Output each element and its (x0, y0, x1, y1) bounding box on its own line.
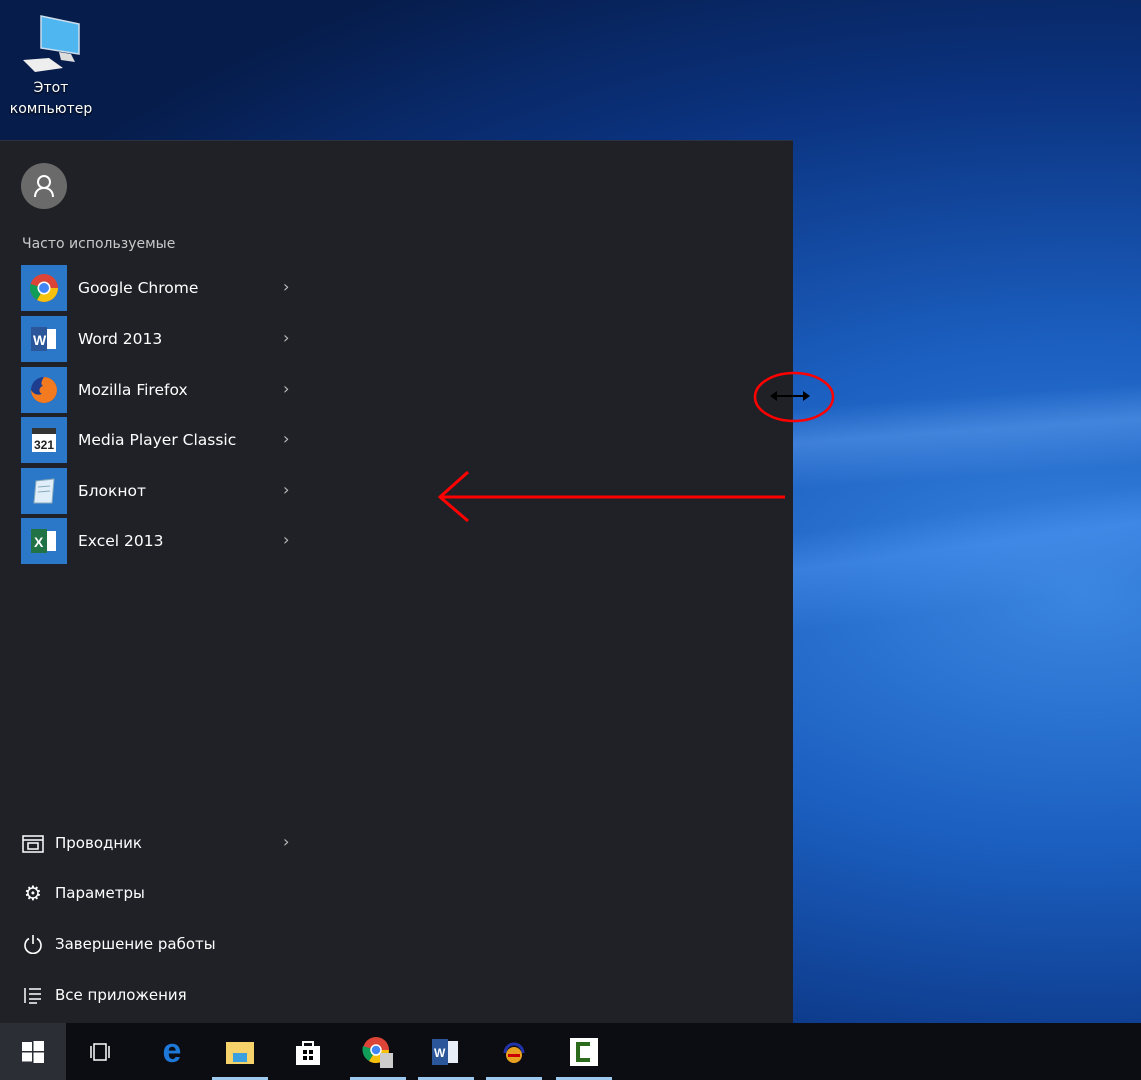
task-view-button[interactable] (72, 1023, 128, 1080)
taskbar-media-app[interactable] (486, 1023, 542, 1080)
camtasia-icon (570, 1037, 598, 1066)
task-view-icon (90, 1042, 110, 1061)
edge-icon: e (162, 1032, 182, 1070)
taskbar-chrome[interactable] (350, 1023, 406, 1080)
taskbar-store[interactable] (280, 1023, 336, 1080)
taskbar-word[interactable]: W (418, 1023, 474, 1080)
start-button[interactable] (0, 1023, 66, 1080)
annotation-layer (437, 371, 835, 523)
taskbar-camtasia[interactable] (556, 1023, 612, 1080)
annotation-arrow (437, 470, 785, 523)
taskbar: e W (0, 1023, 1141, 1080)
resize-cursor-icon (770, 391, 810, 401)
word-icon: W (432, 1038, 458, 1065)
taskbar-file-explorer[interactable] (212, 1023, 268, 1080)
chrome-icon (362, 1036, 393, 1068)
windows-icon (22, 1040, 44, 1063)
media-app-icon (503, 1042, 525, 1063)
store-icon (296, 1040, 320, 1065)
svg-text:W: W (434, 1046, 446, 1060)
folder-icon (226, 1041, 254, 1064)
taskbar-edge[interactable]: e (144, 1023, 200, 1080)
